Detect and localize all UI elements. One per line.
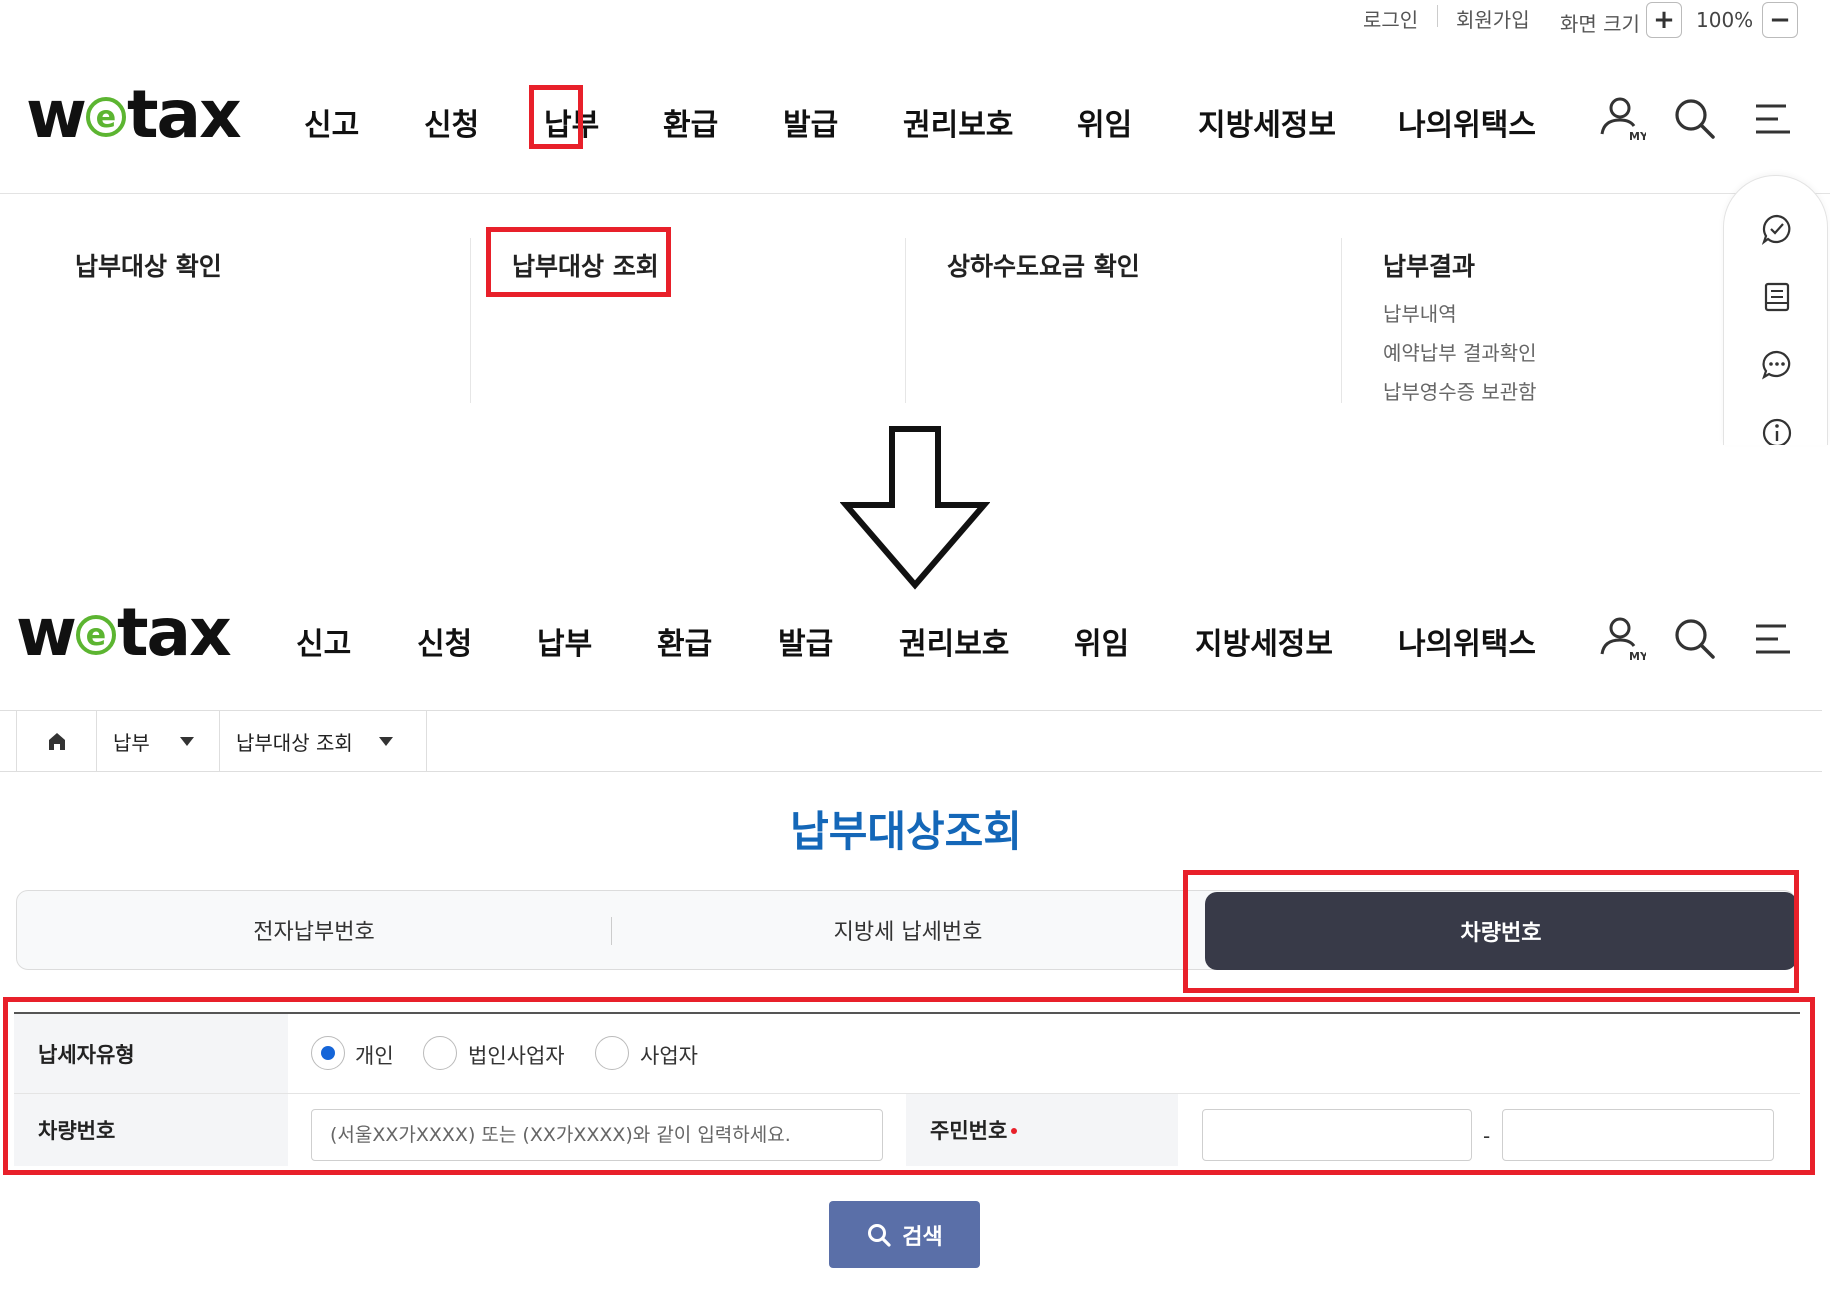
wetax-logo[interactable]: w e tax bbox=[16, 594, 232, 671]
svg-text:MY: MY bbox=[1629, 650, 1646, 663]
my-page-icon[interactable]: MY bbox=[1596, 94, 1646, 144]
nav-report[interactable]: 신고 bbox=[296, 619, 351, 663]
nav-issue[interactable]: 발급 bbox=[778, 619, 833, 663]
wetax-logo[interactable]: w e tax bbox=[26, 76, 242, 153]
util-divider bbox=[1437, 5, 1438, 27]
signup-link[interactable]: 회원가입 bbox=[1456, 4, 1530, 33]
mega-item-payment-target-check[interactable]: 납부대상 확인 bbox=[75, 247, 222, 283]
mega-item-water-fee-check[interactable]: 상하수도요금 확인 bbox=[947, 247, 1140, 283]
nav-refund[interactable]: 환급 bbox=[657, 619, 712, 663]
document-icon[interactable] bbox=[1760, 280, 1794, 314]
chat-bubble-icon[interactable] bbox=[1760, 348, 1794, 382]
highlight-payment-target-lookup bbox=[486, 227, 671, 297]
mega-sub-reserved-payment-result[interactable]: 예약납부 결과확인 bbox=[1383, 337, 1537, 366]
search-icon[interactable] bbox=[1670, 614, 1720, 664]
breadcrumb-level2[interactable]: 납부대상 조회 bbox=[219, 711, 427, 771]
logo-letter-w: w bbox=[26, 76, 87, 153]
hamburger-menu-icon[interactable] bbox=[1748, 94, 1798, 144]
nav-delegation[interactable]: 위임 bbox=[1074, 619, 1129, 663]
login-link[interactable]: 로그인 bbox=[1363, 4, 1418, 33]
nav-rights[interactable]: 권리보호 bbox=[903, 100, 1013, 144]
search-button-label: 검색 bbox=[902, 1224, 943, 1250]
logo-letter-e: e bbox=[75, 615, 116, 655]
nav-my-wetax[interactable]: 나의위택스 bbox=[1398, 100, 1536, 144]
mega-item-payment-result[interactable]: 납부결과 bbox=[1383, 247, 1475, 283]
logo-letter-e: e bbox=[85, 97, 126, 137]
quick-menu-panel bbox=[1723, 175, 1828, 445]
mega-col-divider bbox=[905, 238, 906, 403]
tab-local-tax-number[interactable]: 지방세 납세번호 bbox=[611, 891, 1205, 969]
tab-electronic-payment-number[interactable]: 전자납부번호 bbox=[17, 891, 611, 969]
breadcrumb: 납부 납부대상 조회 bbox=[0, 710, 1822, 772]
nav-delegation[interactable]: 위임 bbox=[1077, 100, 1132, 144]
search-icon bbox=[868, 1223, 891, 1247]
mega-menu-top-border bbox=[0, 193, 1830, 194]
nav-report[interactable]: 신고 bbox=[304, 100, 359, 144]
mega-col-divider bbox=[470, 238, 471, 403]
home-icon bbox=[48, 733, 65, 750]
screen-size-label: 화면 크기 bbox=[1560, 12, 1640, 36]
nav-local-tax-info[interactable]: 지방세정보 bbox=[1195, 619, 1333, 663]
mega-sub-payment-history[interactable]: 납부내역 bbox=[1383, 298, 1457, 327]
my-page-icon[interactable]: MY bbox=[1596, 614, 1646, 664]
nav-apply[interactable]: 신청 bbox=[417, 619, 472, 663]
nav-refund[interactable]: 환급 bbox=[663, 100, 718, 144]
zoom-in-button[interactable]: + bbox=[1646, 2, 1682, 38]
nav-payment[interactable]: 납부 bbox=[537, 619, 592, 663]
zoom-out-button[interactable]: − bbox=[1762, 2, 1798, 38]
nav-apply[interactable]: 신청 bbox=[424, 100, 479, 144]
mega-col-divider bbox=[1341, 238, 1342, 403]
page-title: 납부대상조회 bbox=[790, 807, 1022, 856]
info-icon[interactable] bbox=[1760, 416, 1794, 445]
nav-issue[interactable]: 발급 bbox=[783, 100, 838, 144]
search-button[interactable]: 검색 bbox=[829, 1201, 980, 1268]
highlight-nav-payment bbox=[529, 85, 583, 149]
down-arrow-icon bbox=[840, 426, 990, 590]
highlight-search-form bbox=[3, 997, 1815, 1175]
svg-text:MY: MY bbox=[1629, 130, 1646, 143]
mega-sub-receipt-box[interactable]: 납부영수증 보관함 bbox=[1383, 376, 1537, 405]
nav-local-tax-info[interactable]: 지방세정보 bbox=[1198, 100, 1336, 144]
chevron-down-icon bbox=[179, 736, 194, 746]
zoom-level: 100% bbox=[1696, 8, 1754, 32]
logo-text-tax: tax bbox=[126, 76, 242, 153]
breadcrumb-level1-label: 납부 bbox=[113, 730, 150, 755]
search-icon[interactable] bbox=[1670, 94, 1720, 144]
breadcrumb-level2-label: 납부대상 조회 bbox=[236, 730, 353, 755]
breadcrumb-level1[interactable]: 납부 bbox=[96, 711, 219, 771]
breadcrumb-home[interactable] bbox=[16, 711, 96, 771]
chat-check-icon[interactable] bbox=[1760, 212, 1794, 246]
chevron-down-icon bbox=[378, 736, 393, 746]
nav-my-wetax[interactable]: 나의위택스 bbox=[1398, 619, 1536, 663]
logo-letter-w: w bbox=[16, 594, 77, 671]
nav-rights[interactable]: 권리보호 bbox=[899, 619, 1009, 663]
hamburger-menu-icon[interactable] bbox=[1748, 614, 1798, 664]
logo-text-tax: tax bbox=[116, 594, 232, 671]
highlight-vehicle-tab bbox=[1183, 870, 1799, 993]
